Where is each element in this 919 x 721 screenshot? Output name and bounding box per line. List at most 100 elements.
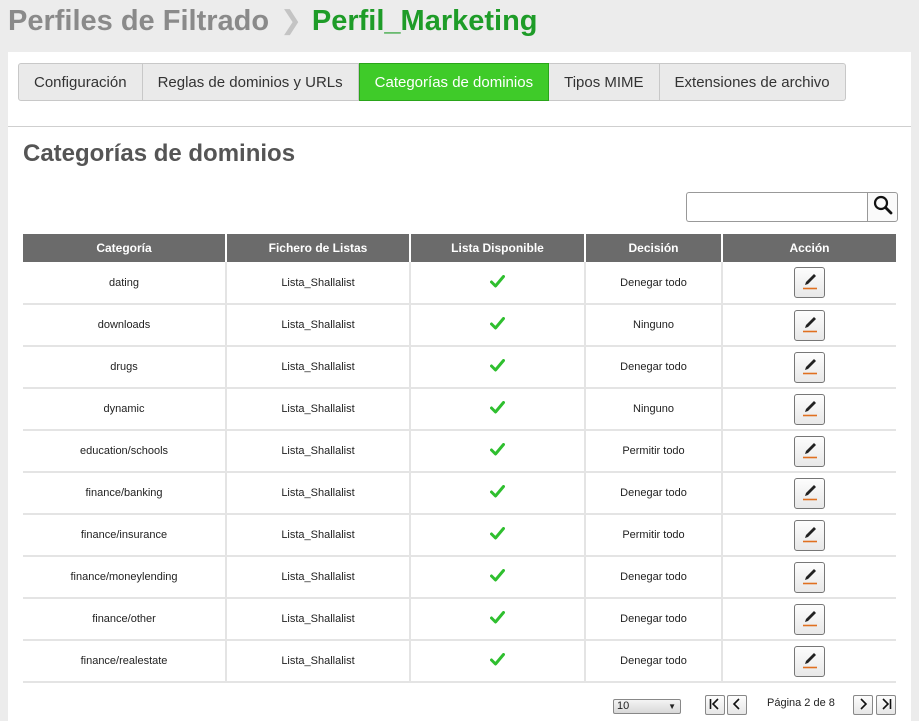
checkmark-icon (490, 317, 505, 333)
action-cell (722, 514, 896, 557)
action-cell (722, 262, 896, 305)
column-header-decision[interactable]: Decisión (585, 234, 723, 262)
tab-configuracion[interactable]: Configuración (19, 64, 143, 100)
search-button[interactable] (867, 192, 898, 222)
available-cell (410, 262, 586, 305)
action-cell (722, 430, 896, 473)
action-cell (722, 640, 896, 683)
breadcrumb-parent[interactable]: Perfiles de Filtrado (8, 5, 269, 38)
column-header-categoria[interactable]: Categoría (23, 234, 227, 262)
edit-button[interactable] (794, 519, 825, 551)
available-cell (410, 556, 586, 599)
page-header: Perfiles de Filtrado ❯ Perfil_Marketing (8, 0, 538, 42)
edit-button[interactable] (794, 309, 825, 341)
table-row: finance/banking Lista_Shallalist Denegar t… (23, 472, 896, 515)
search-box (686, 192, 898, 222)
table-row: downloads Lista_Shallalist Ninguno (23, 304, 896, 347)
decision-cell: Denegar todo (585, 472, 723, 515)
table-body: dating Lista_Shallalist Denegar todo downlo… (23, 262, 896, 683)
page-size-value: 10 (617, 700, 630, 712)
available-cell (410, 598, 586, 641)
checkmark-icon (490, 401, 505, 417)
column-header-fichero-listas[interactable]: Fichero de Listas (226, 234, 411, 262)
next-page-button[interactable] (853, 695, 873, 715)
action-cell (722, 388, 896, 431)
decision-cell: Permitir todo (585, 430, 723, 473)
available-cell (410, 514, 586, 557)
decision-cell: Denegar todo (585, 262, 723, 305)
list-file-cell: Lista_Shallalist (226, 388, 411, 431)
last-page-button[interactable] (876, 695, 896, 715)
category-cell: dynamic (23, 388, 227, 431)
table-header-row: Categoría Fichero de Listas Lista Dispon… (23, 234, 896, 262)
tab-tipos-mime[interactable]: Tipos MIME (549, 64, 660, 100)
tab-categorias-dominios[interactable]: Categorías de dominios (358, 63, 550, 101)
section-title: Categorías de dominios (23, 140, 296, 167)
edit-button[interactable] (794, 645, 825, 677)
previous-page-button[interactable] (727, 695, 747, 715)
edit-button[interactable] (794, 393, 825, 425)
last-page-icon (879, 696, 893, 715)
list-file-cell: Lista_Shallalist (226, 556, 411, 599)
pencil-icon (800, 524, 820, 547)
first-page-button[interactable] (705, 695, 725, 715)
pencil-icon (800, 566, 820, 589)
page-title: Perfil_Marketing (311, 4, 538, 37)
table-row: dating Lista_Shallalist Denegar todo (23, 262, 896, 305)
tab-reglas-dominios-urls[interactable]: Reglas de dominios y URLs (143, 64, 359, 100)
list-file-cell: Lista_Shallalist (226, 472, 411, 515)
main-panel: Configuración Reglas de dominios y URLs … (8, 52, 911, 721)
category-cell: finance/banking (23, 472, 227, 515)
list-file-cell: Lista_Shallalist (226, 430, 411, 473)
edit-button[interactable] (794, 435, 825, 467)
edit-button[interactable] (794, 477, 825, 509)
categories-table: Categoría Fichero de Listas Lista Dispon… (23, 234, 896, 683)
checkmark-icon (490, 274, 505, 291)
first-page-icon (708, 696, 722, 715)
decision-cell: Denegar todo (585, 640, 723, 683)
pencil-icon (800, 608, 820, 631)
table-row: education/schools Lista_Shallalist Permiti… (23, 430, 896, 473)
action-cell (722, 346, 896, 389)
table-row: finance/insurance Lista_Shallalist Permiti… (23, 514, 896, 557)
page-size-select[interactable]: 10 ▼ (613, 699, 681, 714)
decision-cell: Denegar todo (585, 346, 723, 389)
action-cell (722, 556, 896, 599)
action-cell (722, 598, 896, 641)
dropdown-arrow-icon: ▼ (668, 702, 676, 711)
table-row: finance/moneylending Lista_Shallalist Dene… (23, 556, 896, 599)
category-cell: drugs (23, 346, 227, 389)
available-cell (410, 430, 586, 473)
category-cell: finance/other (23, 598, 227, 641)
checkmark-icon (490, 653, 505, 669)
pencil-icon (800, 650, 820, 673)
divider (8, 126, 911, 127)
edit-button[interactable] (794, 267, 825, 298)
pencil-icon (800, 440, 820, 463)
previous-page-icon (730, 696, 744, 715)
edit-button[interactable] (794, 561, 825, 593)
decision-cell: Permitir todo (585, 514, 723, 557)
action-cell (722, 472, 896, 515)
edit-button[interactable] (794, 351, 825, 383)
tab-bar: Configuración Reglas de dominios y URLs … (18, 63, 846, 101)
table-row: drugs Lista_Shallalist Denegar todo (23, 346, 896, 389)
action-cell (722, 304, 896, 347)
decision-cell: Ninguno (585, 304, 723, 347)
checkmark-icon (490, 443, 505, 459)
pencil-icon (800, 398, 820, 421)
page-info: Página 2 de 8 (767, 697, 835, 709)
checkmark-icon (490, 485, 505, 501)
tab-extensiones-archivo[interactable]: Extensiones de archivo (660, 64, 845, 100)
pagination: 10 ▼ Página 2 de 8 (8, 692, 911, 718)
column-header-lista-disponible[interactable]: Lista Disponible (410, 234, 586, 262)
category-cell: finance/insurance (23, 514, 227, 557)
search-input[interactable] (686, 192, 867, 222)
edit-button[interactable] (794, 603, 825, 635)
category-cell: dating (23, 262, 227, 305)
list-file-cell: Lista_Shallalist (226, 514, 411, 557)
column-header-accion: Acción (722, 234, 896, 262)
decision-cell: Ninguno (585, 388, 723, 431)
available-cell (410, 346, 586, 389)
checkmark-icon (490, 611, 505, 627)
